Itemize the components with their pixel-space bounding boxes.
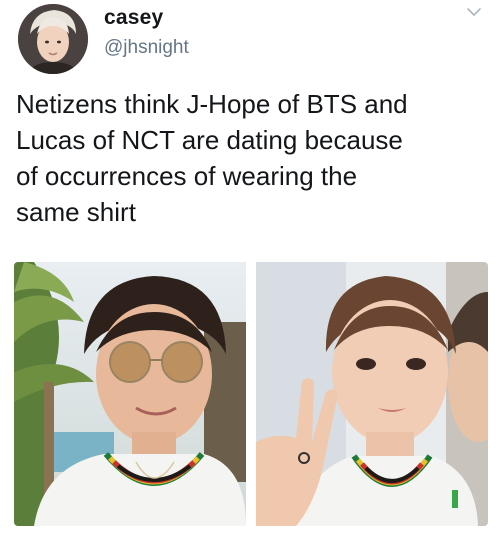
tweet-photo-right[interactable]	[256, 262, 488, 526]
avatar[interactable]	[18, 4, 88, 74]
tweet-card: casey @jhsnight Netizens think J-Hope of…	[0, 0, 500, 537]
author-name[interactable]: casey	[104, 6, 163, 30]
avatar-photo-icon	[18, 4, 88, 74]
tweet-photo-left[interactable]	[14, 262, 246, 526]
photo-jhope-sunglasses	[14, 262, 246, 526]
photo-lucas-peace-sign	[256, 262, 488, 526]
chevron-down-icon	[467, 8, 481, 16]
more-options-button[interactable]	[462, 2, 486, 22]
author-handle[interactable]: @jhsnight	[104, 37, 189, 59]
tweet-text: Netizens think J-Hope of BTS and Lucas o…	[16, 89, 408, 227]
